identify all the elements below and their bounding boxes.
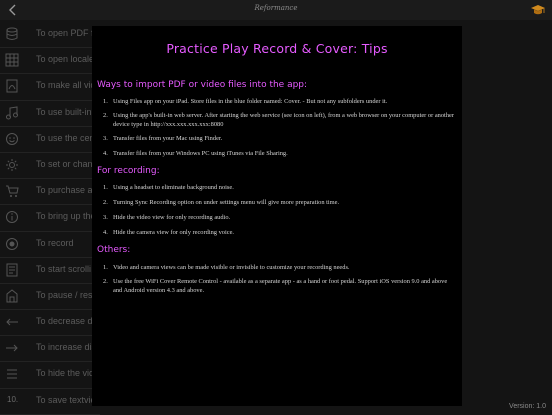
tip-number: 3. — [103, 214, 108, 221]
tip-text: Transfer files from your Mac using Finde… — [113, 135, 223, 142]
tip-number: 2. — [103, 199, 108, 206]
list-item[interactable]: To pause / rest — [0, 284, 100, 311]
pdf-file-icon — [5, 79, 19, 93]
tip-number: 1. — [103, 264, 108, 271]
list-item-label: To start scrolli — [36, 263, 92, 274]
list-item-label: To hide the vid — [36, 368, 95, 379]
building-icon — [5, 289, 19, 303]
right-arrow-icon — [5, 341, 19, 355]
top-bar: Reformance — [0, 0, 552, 20]
tips-panel: Practice Play Record & Cover: Tips Ways … — [92, 26, 462, 406]
list-icon — [5, 367, 19, 381]
list-item-label: To save textvie — [36, 394, 96, 405]
list-item-label: To open locale — [36, 54, 95, 65]
list-item-label: To set or chang — [36, 158, 98, 169]
tip-number: 1. — [103, 184, 108, 191]
app-logo: Reformance — [254, 4, 298, 12]
section-heading-recording: For recording: — [97, 166, 160, 176]
tip-text: Use the free WiFi Cover Remote Control -… — [113, 278, 448, 294]
tip-number: 2. — [103, 278, 108, 285]
document-icon — [5, 263, 19, 277]
list-item[interactable]: To set or chang — [0, 153, 100, 180]
list-item[interactable]: To hide the vid — [0, 362, 100, 389]
section-heading-import: Ways to import PDF or video files into t… — [97, 80, 308, 90]
tip-number: 3. — [103, 135, 108, 142]
list-item-label: To use built-in — [36, 106, 92, 117]
list-item[interactable]: To record — [0, 232, 100, 258]
list-item-label: To make all vid — [36, 80, 96, 91]
tip-text: Video and camera views can be made visib… — [113, 264, 350, 271]
info-icon — [5, 210, 19, 224]
list-item[interactable]: To open PDF fil — [0, 22, 100, 49]
list-item[interactable]: To open locale — [0, 48, 100, 75]
tip-text: Turning Sync Recording option on under s… — [113, 199, 340, 206]
list-item[interactable]: To increase dis — [0, 336, 100, 363]
panel-title: Practice Play Record & Cover: Tips — [166, 41, 388, 56]
left-arrow-icon — [5, 315, 19, 329]
list-item-label: To bring up the — [36, 211, 96, 222]
tip-text: Transfer files from your Windows PC usin… — [113, 150, 288, 157]
gear-icon — [5, 158, 19, 172]
tip-text: Using the app's built-in web server. Aft… — [113, 112, 454, 128]
list-item[interactable]: To purchase an — [0, 179, 100, 206]
tip-number: 4. — [103, 229, 108, 236]
tip-text: Hide the camera view for only recording … — [113, 229, 235, 236]
tip-text: Hide the video view for only recording a… — [113, 214, 231, 221]
list-item[interactable]: To make all vid — [0, 74, 100, 101]
list-item[interactable]: To bring up the — [0, 205, 100, 232]
tip-number: 2. — [103, 112, 108, 119]
list-item-label: To pause / rest — [36, 289, 96, 300]
number-icon: 10. — [7, 394, 19, 404]
cart-icon — [5, 184, 19, 198]
list-item-label: To record — [36, 237, 74, 248]
list-item[interactable]: To decrease dis — [0, 310, 100, 337]
tip-number: 1. — [103, 98, 108, 105]
section-heading-others: Others: — [97, 245, 131, 255]
tip-number: 4. — [103, 150, 108, 157]
record-icon — [5, 237, 19, 251]
list-item-label: To purchase an — [36, 185, 98, 196]
list-item-label: To open PDF fil — [36, 28, 98, 38]
list-item[interactable]: To use built-in — [0, 101, 100, 127]
graduation-cap-icon[interactable] — [530, 3, 546, 17]
list-item[interactable]: To start scrolli — [0, 258, 100, 284]
tip-text: Using Files app on your iPad. Store file… — [113, 98, 388, 105]
version-label: Version: 1.0 — [509, 403, 546, 410]
list-item-label: To decrease dis — [36, 316, 100, 327]
list-item[interactable]: 10. To save textvie — [0, 389, 100, 415]
list-item-label: To increase dis — [36, 342, 97, 353]
database-icon — [5, 27, 19, 41]
smiley-icon — [5, 132, 19, 146]
grid-icon — [5, 53, 19, 67]
help-topic-list: To open PDF fil To open locale To make a… — [0, 22, 100, 415]
music-note-icon — [5, 105, 19, 120]
tip-text: Using a headset to eliminate background … — [113, 184, 234, 191]
list-item-label: To use the cent — [36, 132, 98, 143]
list-item[interactable]: To use the cent — [0, 127, 100, 153]
